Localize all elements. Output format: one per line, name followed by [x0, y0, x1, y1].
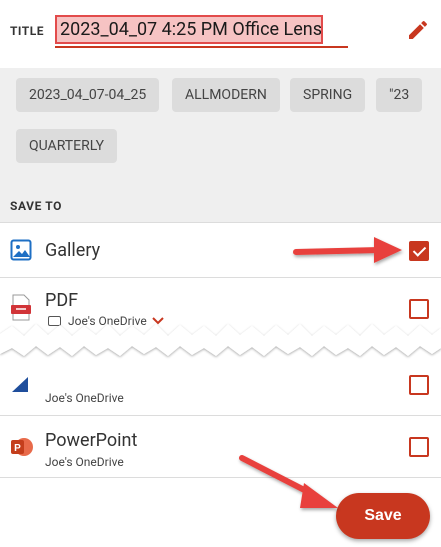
tag-chip[interactable]: QUARTERLY: [16, 129, 118, 163]
tag-chip[interactable]: SPRING: [290, 78, 366, 112]
save-option-powerpoint[interactable]: P PowerPoint Joe's OneDrive: [0, 415, 441, 477]
title-underline: [55, 46, 348, 48]
title-label: TITLE: [10, 24, 44, 38]
title-bar: TITLE 2023_04_07 4:25 PM Office Lens: [0, 0, 441, 68]
powerpoint-icon: P: [11, 438, 33, 456]
gallery-icon: [10, 239, 32, 261]
tag-chip[interactable]: "23: [376, 78, 423, 112]
word-checkbox[interactable]: [409, 375, 429, 395]
gallery-checkbox[interactable]: [409, 241, 429, 261]
powerpoint-location[interactable]: Joe's OneDrive: [45, 455, 124, 469]
word-icon: [12, 377, 28, 392]
annotation-arrow-save: [239, 455, 338, 508]
pdf-checkbox[interactable]: [409, 299, 429, 319]
save-to-label: SAVE TO: [10, 199, 62, 213]
powerpoint-label: PowerPoint: [45, 430, 138, 451]
pencil-icon[interactable]: [406, 18, 430, 42]
torn-edge: [0, 324, 441, 356]
tags-area: 2023_04_07-04_25 ALLMODERN SPRING "23 QU…: [0, 68, 441, 222]
save-button[interactable]: Save: [336, 493, 430, 539]
tag-chip[interactable]: 2023_04_07-04_25: [16, 78, 160, 112]
pdf-label: PDF: [45, 290, 79, 311]
title-input[interactable]: 2023_04_07 4:25 PM Office Lens: [55, 15, 323, 44]
annotation-arrow-gallery: [293, 237, 402, 263]
gallery-label: Gallery: [45, 240, 101, 261]
tag-chip[interactable]: ALLMODERN: [172, 78, 280, 112]
svg-text:P: P: [14, 443, 21, 454]
list-divider: [0, 477, 441, 478]
powerpoint-checkbox[interactable]: [409, 437, 429, 457]
word-location[interactable]: Joe's OneDrive: [45, 391, 124, 405]
